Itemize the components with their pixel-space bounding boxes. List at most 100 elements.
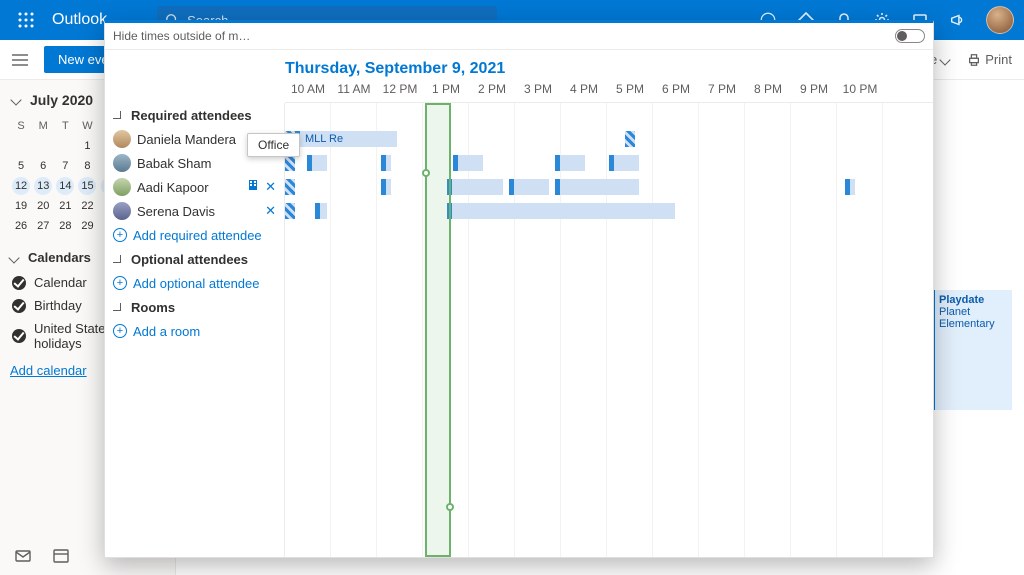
availability-row: MLL Re <box>285 127 933 151</box>
calendar-check-icon <box>12 329 26 343</box>
time-header-cell: 5 PM <box>607 82 653 96</box>
attendee-avatar <box>113 154 131 172</box>
mini-calendar-month: July 2020 <box>30 92 93 108</box>
busy-block <box>381 155 391 171</box>
time-scale-header: 10 AM11 AM12 PM1 PM2 PM3 PM4 PM5 PM6 PM7… <box>285 82 933 103</box>
time-selection-window[interactable] <box>425 103 451 557</box>
schedule-date: Thursday, September 9, 2021 <box>285 60 505 77</box>
section-label: Required attendees <box>131 108 252 123</box>
time-header-cell: 2 PM <box>469 82 515 96</box>
attendee-avatar <box>113 178 131 196</box>
time-header-cell: 1 PM <box>423 82 469 96</box>
chevron-down-icon <box>113 111 121 119</box>
print-button[interactable]: Print <box>967 52 1012 67</box>
availability-row <box>285 151 933 175</box>
optional-attendees-header[interactable]: Optional attendees <box>105 247 284 271</box>
time-header-cell: 3 PM <box>515 82 561 96</box>
busy-block <box>555 155 585 171</box>
mail-rail-button[interactable] <box>14 547 32 565</box>
time-header-cell: 10 AM <box>285 82 331 96</box>
attendee-name: Daniela Mandera <box>137 132 236 147</box>
calendars-label: Calendars <box>28 250 91 265</box>
attendee-avatar <box>113 130 131 148</box>
attendee-name: Aadi Kapoor <box>137 180 209 195</box>
chevron-down-icon <box>940 54 951 65</box>
time-header-cell: 6 PM <box>653 82 699 96</box>
chevron-down-icon <box>113 255 121 263</box>
required-attendees-header[interactable]: Required attendees <box>105 103 284 127</box>
plus-icon: + <box>113 228 127 242</box>
add-optional-label: Add optional attendee <box>133 276 260 291</box>
busy-block <box>307 155 327 171</box>
add-optional-attendee[interactable]: + Add optional attendee <box>105 271 284 295</box>
selection-handle-top[interactable] <box>422 169 430 177</box>
section-label: Rooms <box>131 300 175 315</box>
tentative-block <box>625 131 635 147</box>
print-label: Print <box>985 52 1012 67</box>
busy-block <box>609 155 639 171</box>
tentative-block <box>285 203 295 219</box>
attendee-location-tooltip: Office <box>247 133 300 157</box>
chevron-down-icon <box>8 252 19 263</box>
time-header-cell: 11 AM <box>331 82 377 96</box>
attendee-list: Required attendees Daniela Mandera Babak … <box>105 103 285 557</box>
plus-icon: + <box>113 324 127 338</box>
nav-toggle-button[interactable] <box>12 54 32 66</box>
busy-block-label: MLL Re <box>301 131 397 147</box>
attendee-row[interactable]: Serena Davis ✕ <box>105 199 284 223</box>
section-label: Optional attendees <box>131 252 248 267</box>
remove-attendee-button[interactable]: ✕ <box>265 179 276 195</box>
remove-attendee-button[interactable]: ✕ <box>265 203 276 219</box>
building-icon <box>247 179 259 191</box>
add-room-label: Add a room <box>133 324 200 339</box>
time-header-cell: 7 PM <box>699 82 745 96</box>
app-title: Outlook <box>52 11 107 29</box>
busy-block <box>381 179 391 195</box>
availability-row <box>285 175 933 199</box>
time-header-cell: 8 PM <box>745 82 791 96</box>
add-room[interactable]: + Add a room <box>105 319 284 343</box>
time-header-cell: 10 PM <box>837 82 883 96</box>
availability-row <box>285 199 933 223</box>
add-required-attendee[interactable]: + Add required attendee <box>105 223 284 247</box>
busy-block <box>555 179 639 195</box>
add-required-label: Add required attendee <box>133 228 262 243</box>
calendar-name: Calendar <box>34 275 87 290</box>
selection-handle-bottom[interactable] <box>446 503 454 511</box>
event-subtitle: Planet Elementary <box>939 306 1008 330</box>
attendee-name: Serena Davis <box>137 204 215 219</box>
chevron-down-icon <box>113 303 121 311</box>
time-header-cell: 4 PM <box>561 82 607 96</box>
chevron-down-icon <box>10 94 21 105</box>
calendar-name: Birthday <box>34 298 82 313</box>
busy-block <box>845 179 855 195</box>
event-title: Playdate <box>939 294 1008 306</box>
availability-grid[interactable]: MLL Re Office <box>285 103 933 557</box>
busy-block <box>453 155 483 171</box>
scheduling-assistant-dialog: Hide times outside of m… Thursday, Septe… <box>104 20 934 558</box>
time-header-cell: 12 PM <box>377 82 423 96</box>
tentative-block <box>285 179 295 195</box>
attendee-name: Babak Sham <box>137 156 211 171</box>
attendee-row[interactable]: Aadi Kapoor ✕ <box>105 175 284 199</box>
calendar-check-icon <box>12 276 26 290</box>
time-header-cell: 9 PM <box>791 82 837 96</box>
account-avatar[interactable] <box>986 6 1014 34</box>
rooms-header[interactable]: Rooms <box>105 295 284 319</box>
tentative-block <box>285 155 295 171</box>
busy-block <box>447 203 675 219</box>
background-event-card[interactable]: Playdate Planet Elementary <box>932 290 1012 410</box>
plus-icon: + <box>113 276 127 290</box>
busy-block <box>315 203 327 219</box>
busy-block <box>509 179 549 195</box>
hide-times-toggle[interactable] <box>895 29 925 43</box>
calendar-rail-button[interactable] <box>52 547 70 565</box>
waffle-icon <box>18 12 34 28</box>
print-icon <box>967 53 981 67</box>
megaphone-icon[interactable] <box>948 10 968 30</box>
app-launcher-button[interactable] <box>10 4 42 36</box>
calendar-check-icon <box>12 299 26 313</box>
hide-times-label: Hide times outside of m… <box>113 29 250 43</box>
busy-block <box>447 179 503 195</box>
attendee-avatar <box>113 202 131 220</box>
